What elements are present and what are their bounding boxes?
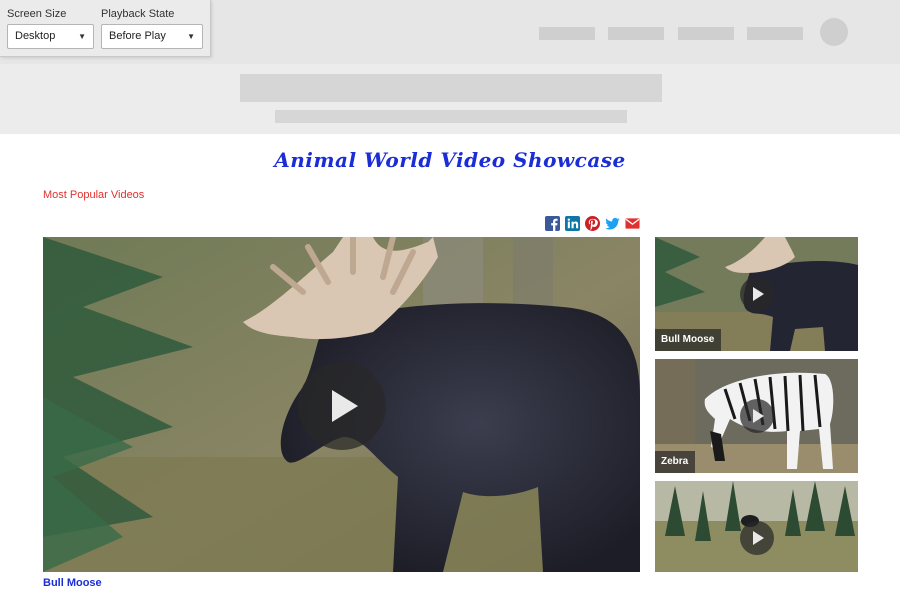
nav-placeholder-4 xyxy=(747,27,803,40)
banner-heading-placeholder xyxy=(240,74,662,102)
play-icon xyxy=(753,531,764,545)
screen-size-select[interactable]: Desktop ▼ xyxy=(7,24,94,49)
play-icon xyxy=(332,390,358,422)
playlist-item-3[interactable] xyxy=(655,481,858,572)
playback-state-label: Playback State xyxy=(101,8,175,20)
avatar-placeholder xyxy=(820,18,848,46)
banner-placeholder xyxy=(0,64,900,134)
nav-placeholder-2 xyxy=(608,27,664,40)
banner-subheading-placeholder xyxy=(275,110,627,123)
play-button[interactable] xyxy=(740,399,774,433)
facebook-icon[interactable] xyxy=(545,216,560,231)
chevron-down-icon: ▼ xyxy=(187,32,195,41)
play-button[interactable] xyxy=(740,277,774,311)
play-button[interactable] xyxy=(298,362,386,450)
email-icon[interactable] xyxy=(625,216,640,231)
page-title: Animal World Video Showcase xyxy=(274,148,626,172)
nav-placeholder-3 xyxy=(678,27,734,40)
chevron-down-icon: ▼ xyxy=(78,32,86,41)
playlist-item-label: Zebra xyxy=(655,451,696,473)
pinterest-icon[interactable] xyxy=(585,216,600,231)
main-video-caption: Bull Moose xyxy=(43,577,102,589)
twitter-icon[interactable] xyxy=(605,216,620,231)
share-bar xyxy=(545,216,640,231)
play-button[interactable] xyxy=(740,521,774,555)
playback-state-value: Before Play xyxy=(109,30,166,42)
playlist-item-1[interactable]: Bull Moose xyxy=(655,237,858,351)
most-popular-link[interactable]: Most Popular Videos xyxy=(43,189,144,201)
control-panel: Screen Size Desktop ▼ Playback State Bef… xyxy=(0,0,211,57)
nav-placeholder-1 xyxy=(539,27,595,40)
screen-size-value: Desktop xyxy=(15,30,56,42)
play-icon xyxy=(753,409,764,423)
playback-state-control: Playback State Before Play ▼ xyxy=(101,7,203,49)
playback-state-select[interactable]: Before Play ▼ xyxy=(101,24,203,49)
linkedin-icon[interactable] xyxy=(565,216,580,231)
playlist-item-label: Bull Moose xyxy=(655,329,722,351)
play-icon xyxy=(753,287,764,301)
playlist-item-2[interactable]: Zebra xyxy=(655,359,858,473)
screen-size-control: Screen Size Desktop ▼ xyxy=(7,7,94,49)
screen-size-label: Screen Size xyxy=(7,8,67,20)
main-video-player[interactable] xyxy=(43,237,640,572)
